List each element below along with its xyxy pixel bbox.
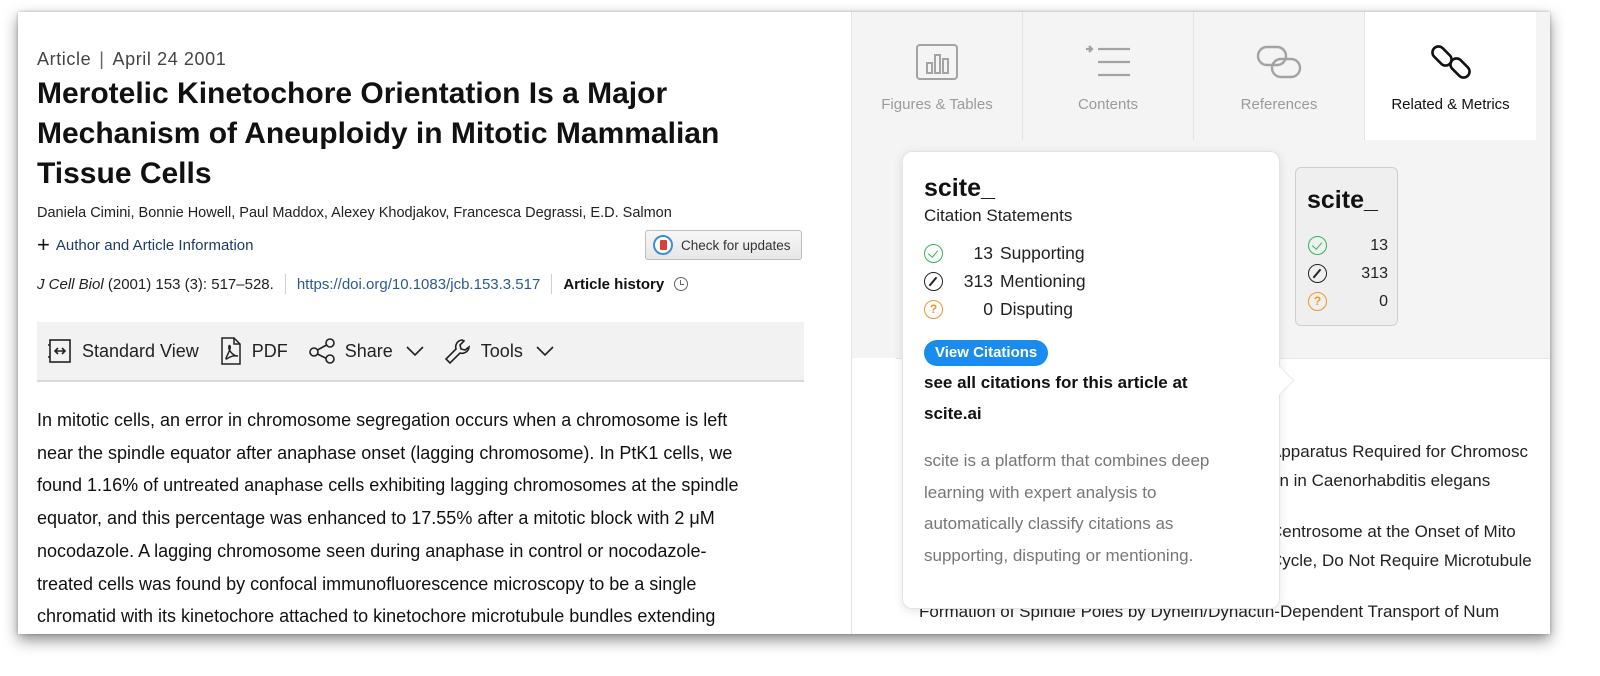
abstract-line: chromatid with its kinetochore attached … — [37, 606, 716, 627]
pdf-file-icon — [221, 337, 241, 365]
check-for-updates-button[interactable]: Check for updates — [645, 230, 802, 260]
article-title: Merotelic Kinetochore Orientation Is a M… — [37, 77, 720, 190]
mentioning-label: Mentioning — [1000, 271, 1086, 291]
abstract-line: near the spindle equator after anaphase … — [37, 442, 733, 463]
standard-view-button[interactable]: Standard View — [47, 338, 199, 364]
description-line: scite is a platform that combines deep — [924, 451, 1210, 470]
see-all-citations-link[interactable]: see all citations for this article at sc… — [924, 367, 1254, 429]
mentioning-slash-icon — [924, 272, 943, 291]
article-meta: Article | April 24 2001 — [37, 49, 226, 70]
meta-separator: | — [99, 49, 105, 69]
related-article-link[interactable]: Apparatus Required for Chromosc — [1270, 437, 1528, 466]
tools-dropdown[interactable]: Tools — [444, 337, 554, 365]
abstract-line: found 1.16% of untreated anaphase cells … — [37, 475, 739, 496]
tab-label: Figures & Tables — [881, 96, 993, 113]
article-history-link[interactable]: Article history — [563, 276, 664, 293]
supporting-row: 13 Supporting — [924, 243, 1085, 264]
related-article-link[interactable]: on in Caenorhabditis elegans — [1270, 466, 1490, 495]
crossmark-icon — [653, 235, 673, 255]
divider — [284, 274, 286, 294]
tab-contents[interactable]: Contents — [1023, 12, 1194, 140]
supporting-check-icon — [1308, 236, 1327, 255]
supporting-count: 13 — [973, 243, 993, 263]
wrench-icon — [444, 339, 470, 365]
scite-logo: scite_ — [924, 174, 995, 202]
bar-chart-icon — [916, 44, 958, 80]
doi-link[interactable]: https://doi.org/10.1083/jcb.153.3.517 — [297, 276, 541, 293]
article-column: Article | April 24 2001 Merotelic Kinetoch… — [18, 12, 851, 634]
tab-figures-tables[interactable]: Figures & Tables — [852, 12, 1023, 140]
article-toolbar: Standard View PDF Share Tools — [37, 322, 804, 382]
description-line: supporting, disputing or mentioning. — [924, 545, 1194, 565]
browser-window: Article | April 24 2001 Merotelic Kinetoch… — [18, 12, 1550, 634]
supporting-label: Supporting — [1000, 243, 1085, 263]
supporting-check-icon — [924, 244, 943, 263]
author-info-toggle[interactable]: + Author and Article Information — [37, 232, 254, 257]
pdf-button[interactable]: PDF — [219, 337, 288, 365]
abstract-line: nocodazole. A lagging chromosome seen du… — [37, 540, 707, 561]
side-panel: Figures & Tables Contents References Rel… — [851, 12, 1550, 634]
abstract-line: equator, and this percentage was enhance… — [37, 508, 715, 529]
scite-description: scite is a platform that combines deep l… — [924, 445, 1264, 571]
tab-label: Contents — [1077, 96, 1139, 113]
plus-icon: + — [37, 232, 50, 257]
see-all-line: see all citations for this article at — [924, 373, 1188, 392]
mentioning-count: 313 — [963, 271, 993, 291]
citation-line: J Cell Biol (2001) 153 (3): 517–528. htt… — [37, 274, 689, 294]
disputing-question-icon: ? — [1308, 292, 1327, 311]
badge-supporting-count: 13 — [1370, 236, 1388, 254]
contents-list-icon — [1086, 45, 1130, 77]
pdf-label: PDF — [251, 340, 288, 361]
tab-label: References — [1240, 96, 1318, 113]
mentioning-slash-icon — [1308, 264, 1327, 283]
badge-disputing-count: 0 — [1379, 292, 1388, 310]
abstract-line: treated cells was found by confocal immu… — [37, 573, 697, 594]
scite-popover: scite_ Citation Statements 13 Supporting… — [902, 151, 1280, 609]
see-all-line: scite.ai — [924, 404, 982, 423]
citation-statements-heading: Citation Statements — [924, 206, 1073, 225]
article-type: Article — [37, 49, 92, 69]
abstract-line: In mitotic cells, an error in chromosome… — [37, 410, 728, 430]
badge-mentioning-row: 313 — [1308, 264, 1388, 283]
chevron-down-icon — [536, 346, 554, 356]
scite-logo: scite_ — [1307, 186, 1378, 214]
author-list[interactable]: Daniela Cimini, Bonnie Howell, Paul Madd… — [37, 205, 672, 221]
view-citations-button[interactable]: View Citations — [924, 340, 1049, 366]
tab-references[interactable]: References — [1194, 12, 1365, 140]
badge-mentioning-count: 313 — [1361, 264, 1388, 282]
disputing-count: 0 — [983, 299, 993, 319]
citation-details: (2001) 153 (3): 517–528. — [107, 275, 274, 293]
history-clock-icon[interactable] — [674, 277, 689, 291]
share-label: Share — [344, 340, 393, 361]
chain-link-icon — [1430, 45, 1471, 79]
standard-view-label: Standard View — [82, 340, 199, 361]
references-link-icon — [1256, 45, 1302, 79]
abstract-text: In mitotic cells, an error in chromosome… — [37, 404, 807, 633]
badge-disputing-row: ? 0 — [1308, 292, 1388, 311]
share-icon — [308, 338, 335, 364]
tab-label: Related & Metrics — [1391, 96, 1510, 113]
journal-name: J Cell Biol — [37, 275, 104, 293]
related-article-link[interactable]: Cycle, Do Not Require Microtubule — [1270, 546, 1532, 575]
disputing-label: Disputing — [1000, 299, 1073, 319]
divider — [551, 274, 553, 294]
tab-related-metrics[interactable]: Related & Metrics — [1365, 12, 1536, 140]
standard-view-icon — [48, 339, 71, 363]
article-date: April 24 2001 — [112, 49, 227, 69]
author-info-label: Author and Article Information — [55, 236, 254, 254]
related-article-link[interactable]: Centrosome at the Onset of Mito — [1270, 517, 1516, 546]
disputing-row: ? 0 Disputing — [924, 299, 1073, 320]
description-line: learning with expert analysis to — [924, 482, 1157, 502]
disputing-question-icon: ? — [924, 300, 943, 319]
description-line: automatically classify citations as — [924, 514, 1174, 533]
share-dropdown[interactable]: Share — [308, 338, 424, 364]
check-updates-label: Check for updates — [681, 237, 791, 253]
tools-label: Tools — [480, 340, 523, 361]
mentioning-row: 313 Mentioning — [924, 271, 1086, 292]
side-panel-tabs: Figures & Tables Contents References Rel… — [852, 12, 1550, 140]
chevron-down-icon — [406, 346, 424, 356]
scite-badge[interactable]: scite_ 13 313 ? 0 — [1295, 167, 1398, 326]
badge-supporting-row: 13 — [1308, 236, 1388, 255]
